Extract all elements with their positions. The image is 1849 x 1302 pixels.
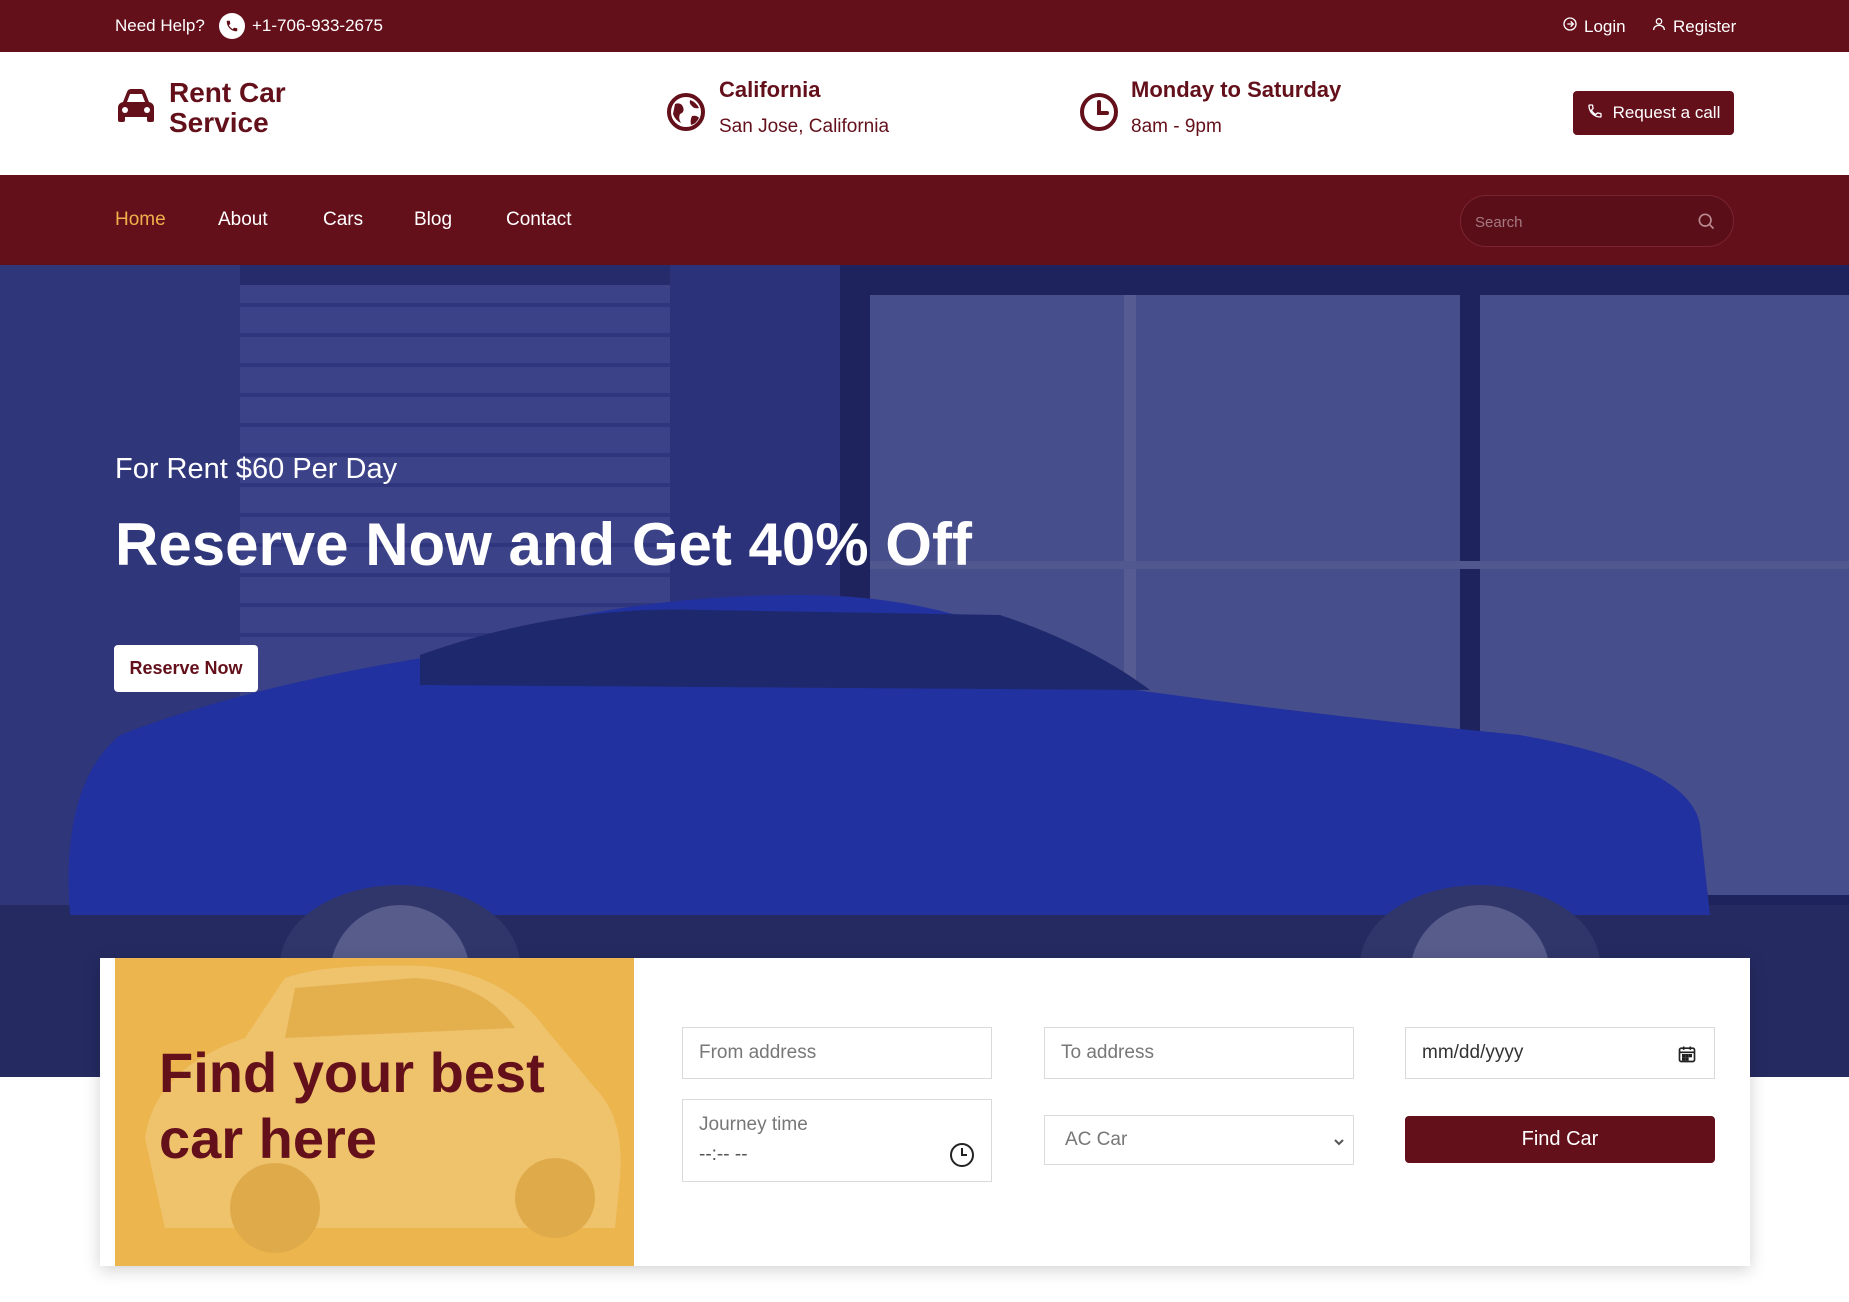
- location-subtitle: San Jose, California: [719, 116, 890, 137]
- hero-title: Reserve Now and Get 40% Off: [115, 511, 972, 578]
- journey-time-value: --:-- --: [699, 1144, 748, 1165]
- calendar-icon[interactable]: [1677, 1044, 1697, 1069]
- hours-title: Monday to Saturday: [1131, 77, 1342, 102]
- top-bar: Need Help? +1-706-933-2675 Login Registe…: [0, 0, 1849, 52]
- phone-icon: [219, 13, 245, 39]
- search-input[interactable]: [1475, 210, 1675, 234]
- car-type-select[interactable]: AC Car: [1044, 1115, 1354, 1165]
- reserve-now-button[interactable]: Reserve Now: [114, 645, 258, 692]
- globe-icon: [666, 92, 706, 137]
- to-address-input[interactable]: [1045, 1028, 1353, 1078]
- login-icon: [1562, 16, 1578, 37]
- nav-item-blog[interactable]: Blog: [414, 209, 452, 231]
- from-address-field: [682, 1027, 992, 1079]
- chevron-down-icon: [1333, 1135, 1345, 1153]
- booking-title: Find your best car here: [159, 1041, 545, 1170]
- nav-item-contact[interactable]: Contact: [506, 209, 571, 231]
- user-icon: [1651, 16, 1667, 37]
- clock-icon[interactable]: [949, 1142, 975, 1173]
- phone-number[interactable]: +1-706-933-2675: [252, 16, 383, 36]
- booking-promo-panel: Find your best car here: [115, 958, 634, 1266]
- booking-card: Find your best car here mm/dd/yyyy Journ…: [100, 958, 1750, 1266]
- hero-kicker: For Rent $60 Per Day: [115, 453, 398, 485]
- phone-icon: [1587, 103, 1603, 124]
- find-car-button[interactable]: Find Car: [1405, 1116, 1715, 1163]
- main-nav: Home About Cars Blog Contact: [0, 175, 1849, 265]
- journey-time-field[interactable]: Journey time --:-- --: [682, 1099, 992, 1182]
- date-field[interactable]: mm/dd/yyyy: [1405, 1027, 1715, 1079]
- location-title: California: [719, 77, 821, 102]
- journey-time-label: Journey time: [699, 1114, 808, 1135]
- site-header: Rent Car Service California San Jose, Ca…: [0, 52, 1849, 175]
- need-help-label: Need Help?: [115, 16, 205, 35]
- nav-item-about[interactable]: About: [218, 209, 268, 231]
- search-box: [1460, 195, 1734, 247]
- clock-icon: [1079, 92, 1119, 137]
- hero-banner: For Rent $60 Per Day Reserve Now and Get…: [0, 265, 1849, 1077]
- date-value: mm/dd/yyyy: [1422, 1042, 1524, 1063]
- to-address-field: [1044, 1027, 1354, 1079]
- search-icon[interactable]: [1696, 211, 1716, 236]
- register-link[interactable]: Register: [1651, 16, 1736, 37]
- hero-overlay: [0, 265, 1849, 1077]
- request-call-label: Request a call: [1612, 103, 1721, 122]
- nav-item-cars[interactable]: Cars: [323, 209, 363, 231]
- logo-text[interactable]: Rent Car Service: [169, 78, 309, 138]
- login-link[interactable]: Login: [1562, 16, 1626, 37]
- request-call-button[interactable]: Request a call: [1573, 91, 1734, 135]
- hours-subtitle: 8am - 9pm: [1131, 116, 1222, 137]
- from-address-input[interactable]: [683, 1028, 991, 1078]
- register-label: Register: [1673, 16, 1737, 36]
- login-label: Login: [1584, 16, 1626, 36]
- nav-item-home[interactable]: Home: [115, 209, 166, 231]
- car-icon: [115, 86, 157, 131]
- car-type-value: AC Car: [1065, 1129, 1128, 1150]
